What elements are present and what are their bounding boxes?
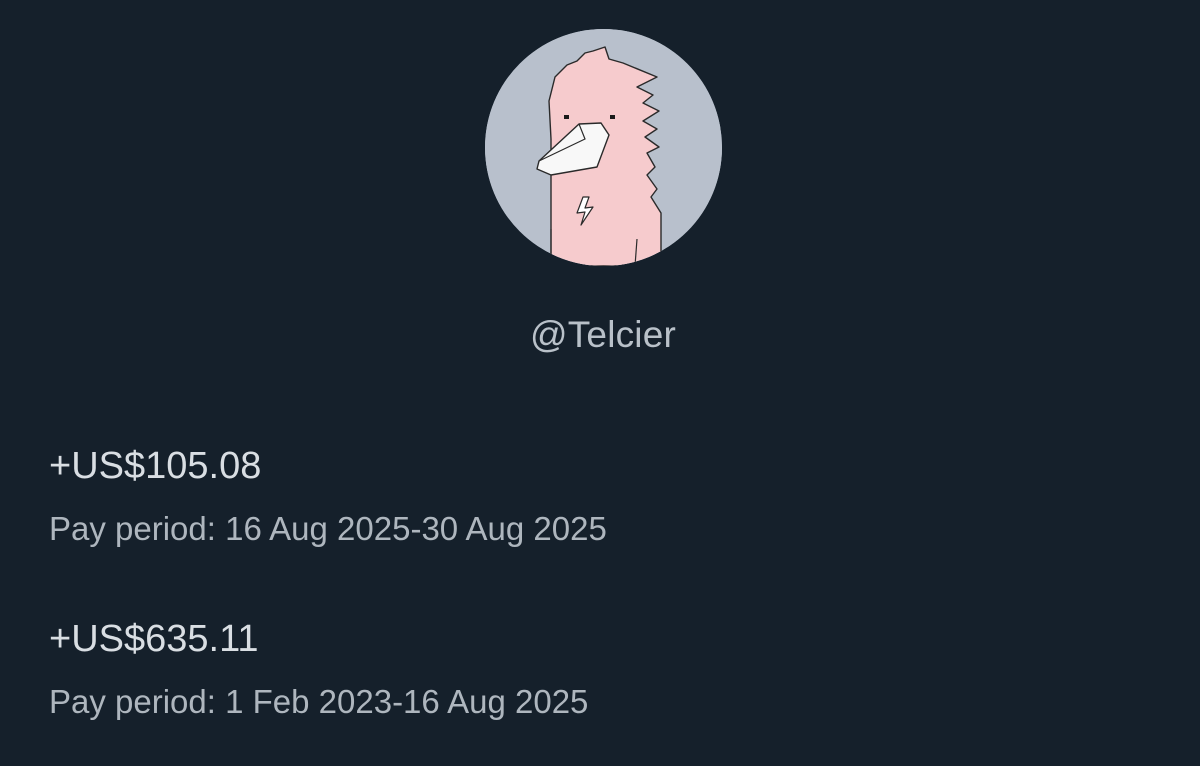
- payment-entry: +US$105.08 Pay period: 16 Aug 2025-30 Au…: [49, 447, 607, 545]
- payment-amount: +US$105.08: [49, 445, 262, 487]
- pay-period: Pay period: 16 Aug 2025-30 Aug 2025: [49, 510, 607, 547]
- payment-entry: +US$635.11 Pay period: 1 Feb 2023-16 Aug…: [49, 620, 588, 718]
- pay-period: Pay period: 1 Feb 2023-16 Aug 2025: [49, 683, 589, 720]
- payment-amount: +US$635.11: [49, 618, 259, 660]
- pink-platypus-icon: [485, 29, 722, 266]
- profile-handle[interactable]: @Telcier: [0, 314, 1200, 356]
- profile-avatar[interactable]: [485, 29, 722, 266]
